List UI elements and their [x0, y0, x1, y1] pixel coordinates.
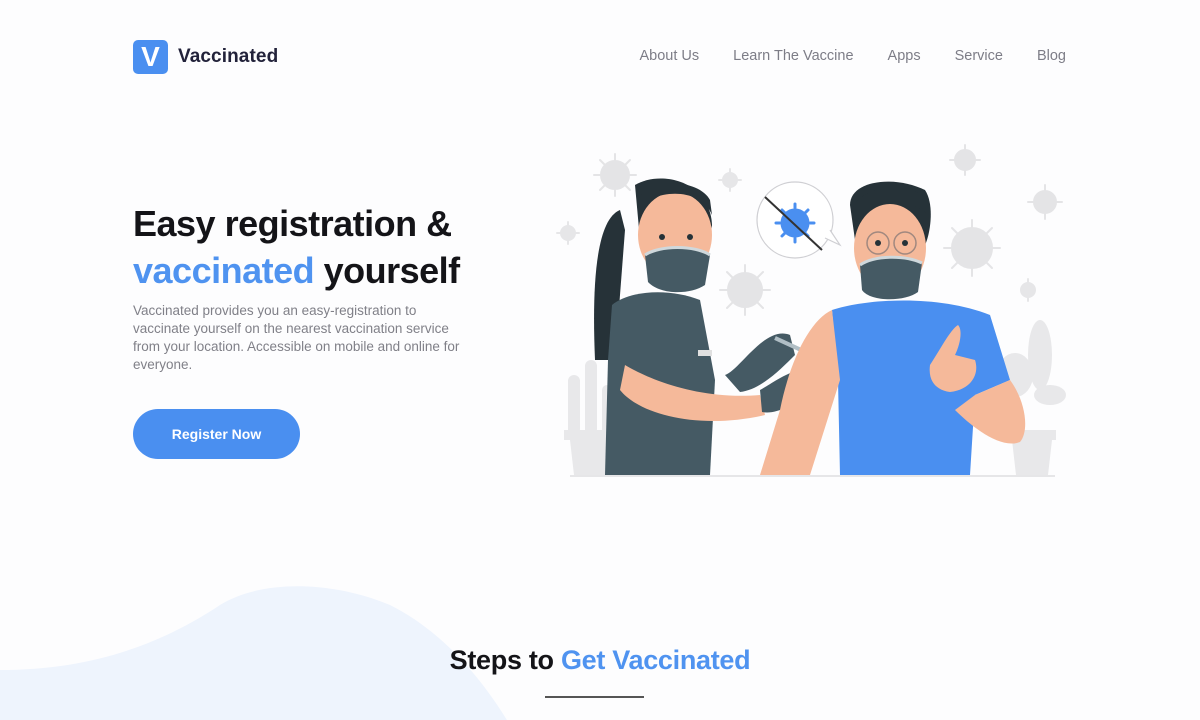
logo-mark-icon: V [133, 40, 168, 74]
site-header: V Vaccinated About Us Learn The Vaccine … [0, 0, 1200, 115]
nav-link-about-us[interactable]: About Us [640, 48, 700, 64]
steps-section-title: Steps to Get Vaccinated [0, 645, 1200, 676]
nav-link-apps[interactable]: Apps [888, 48, 921, 64]
steps-title-accent: Get Vaccinated [560, 645, 751, 675]
brand-logo[interactable]: V Vaccinated [133, 40, 278, 74]
hero-title-line1: Easy registration & [133, 203, 452, 244]
register-now-button[interactable]: Register Now [133, 409, 300, 459]
brand-name: Vaccinated [178, 46, 279, 67]
virus-decoration-icon [719, 264, 771, 316]
hero-title-accent: vaccinated [133, 250, 315, 291]
virus-decoration-icon [718, 168, 742, 192]
virus-decoration-icon [556, 221, 580, 245]
virus-decoration-icon [943, 219, 1001, 277]
no-virus-bubble-icon [756, 181, 842, 259]
virus-decoration-icon [949, 144, 981, 176]
virus-decoration-icon [1020, 278, 1036, 302]
steps-title-prefix: Steps to [449, 645, 561, 675]
nav-link-learn-the-vaccine[interactable]: Learn The Vaccine [733, 48, 853, 64]
section-divider [545, 696, 644, 698]
hero-description: Vaccinated provides you an easy-registra… [133, 303, 460, 372]
hero-title-rest: yourself [314, 250, 461, 291]
virus-decoration-icon [593, 153, 637, 197]
vaccination-illustration [556, 144, 1066, 477]
main-nav: About Us Learn The Vaccine Apps Service … [640, 48, 1067, 64]
virus-decoration-icon [1027, 184, 1063, 220]
nav-link-service[interactable]: Service [955, 48, 1003, 64]
hero-title: Easy registration & vaccinated yourself [133, 200, 553, 294]
nav-link-blog[interactable]: Blog [1037, 48, 1066, 64]
